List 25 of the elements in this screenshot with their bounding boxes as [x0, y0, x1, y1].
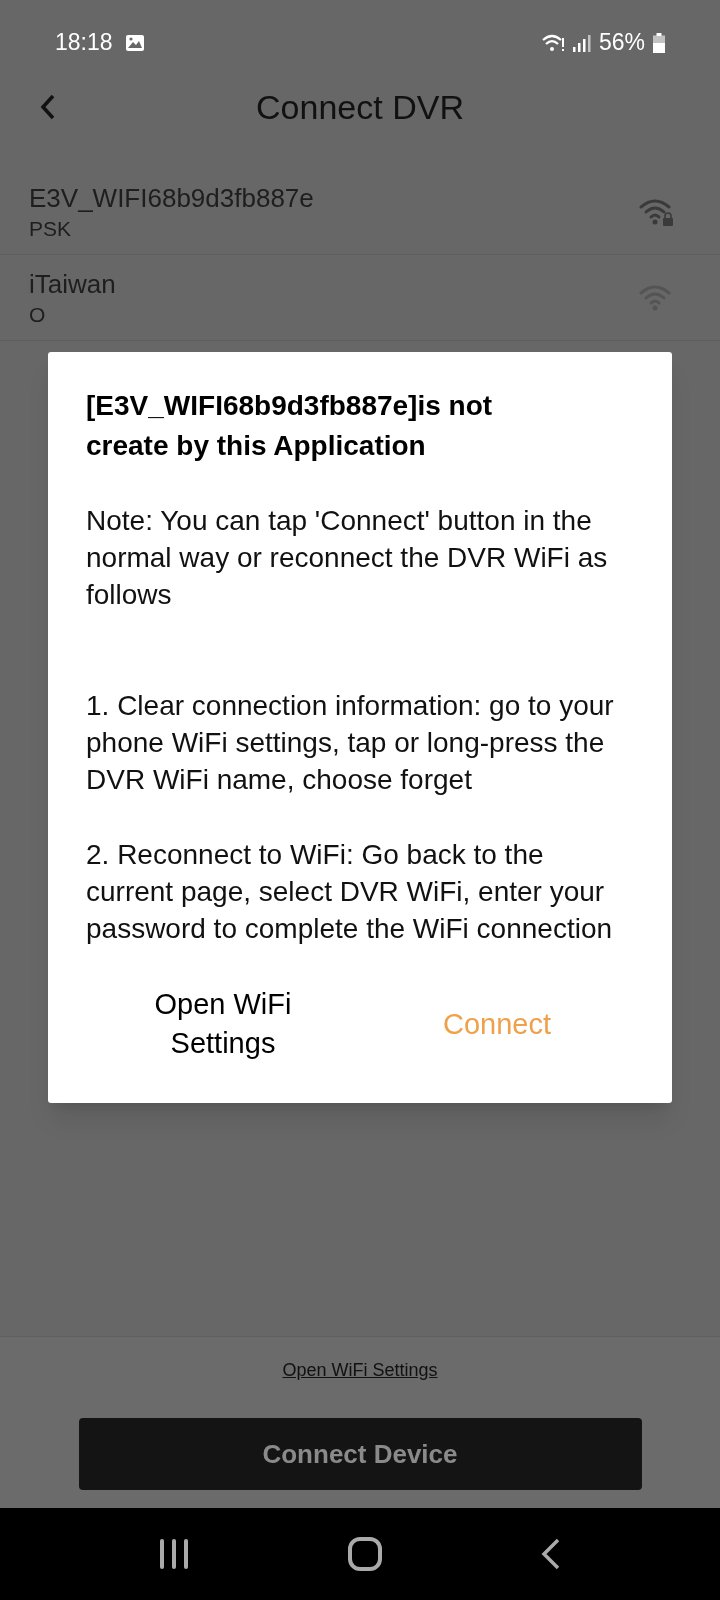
back-icon	[40, 93, 56, 121]
wifi-icon	[540, 32, 565, 53]
signal-icon	[572, 32, 591, 53]
dialog-title: [E3V_WIFI68b9d3fb887e]is not create by this Application	[86, 389, 494, 463]
network-name: iTaiwan	[29, 267, 116, 301]
open-wifi-settings-link[interactable]: Open WiFi Settings	[282, 1357, 438, 1384]
back-nav-icon[interactable]	[540, 1538, 561, 1570]
network-name: E3V_WIFI68b9d3fb887e	[29, 181, 314, 215]
network-item[interactable]: E3V_WIFI68b9d3fb887e PSK	[0, 169, 720, 255]
battery-icon	[653, 32, 665, 53]
dialog-paragraph: Note: You can tap 'Connect' button in the normal way or reconnect the DVR WiFi as follows	[86, 504, 609, 612]
recent-apps-icon[interactable]	[159, 1538, 190, 1570]
dialog-paragraph: 2. Reconnect to WiFi: Go back to the current page, select DVR WiFi, enter your password to complete the WiFi connection	[86, 838, 614, 946]
page-title: Connect DVR	[256, 86, 464, 128]
network-security: PSK	[29, 215, 73, 242]
home-icon[interactable]	[348, 1537, 382, 1571]
battery-percent: 56%	[598, 28, 645, 58]
dialog-button[interactable]: Connect	[360, 985, 634, 1063]
image-icon	[124, 33, 145, 52]
status-time: 18:18	[55, 28, 113, 58]
dialog-button[interactable]: Open WiFi Settings	[86, 985, 360, 1063]
network-security: O	[29, 301, 47, 328]
connect-device-button[interactable]: Connect Device	[78, 1418, 642, 1490]
dialog-paragraph: 1. Clear connection information: go to your phone WiFi settings, tap or long-press the DVR WiFi name, choose forget	[86, 689, 615, 797]
network-item[interactable]: iTaiwan O	[0, 255, 720, 341]
